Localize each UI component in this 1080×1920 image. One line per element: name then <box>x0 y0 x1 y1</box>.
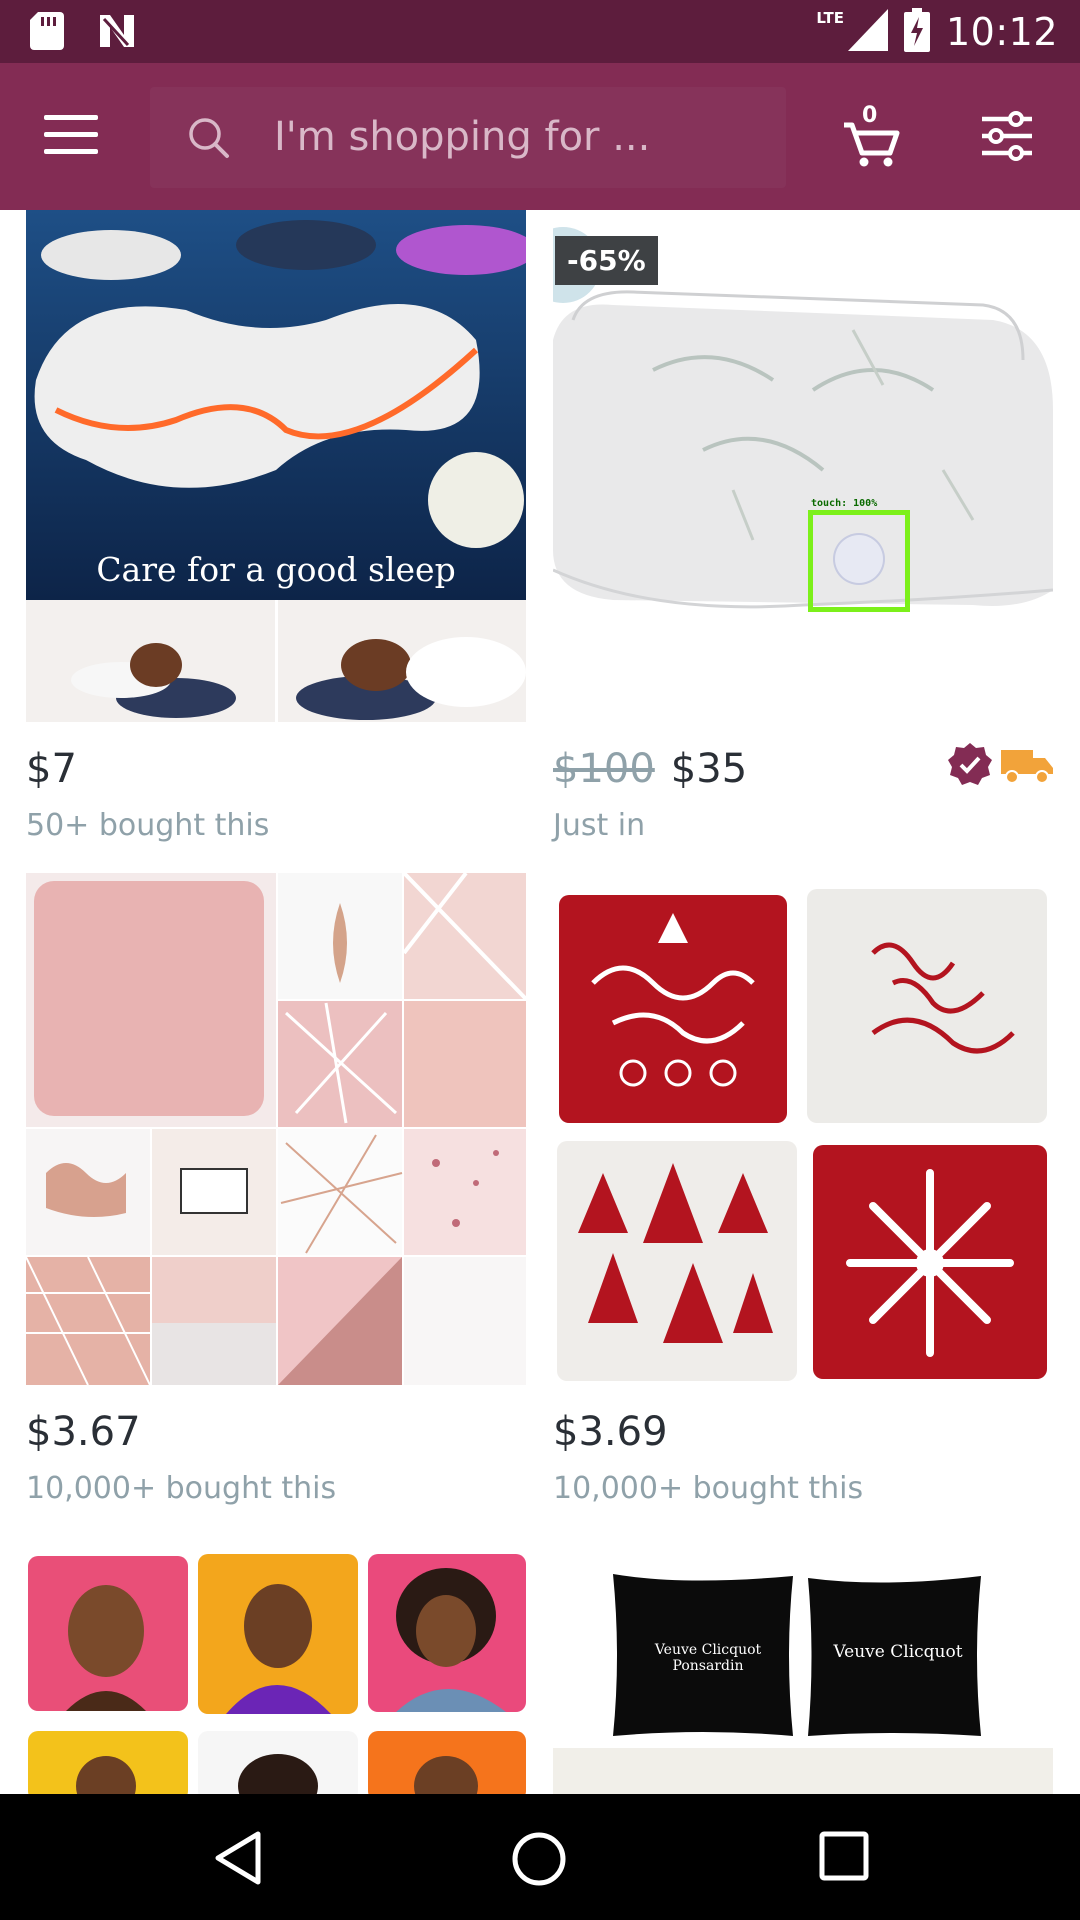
price: $3.69 <box>553 1409 668 1455</box>
status-bar: LTE 10:12 <box>0 0 1080 63</box>
menu-icon-line <box>44 149 98 154</box>
product-image <box>26 1536 526 1794</box>
shipping-truck-icon <box>1001 746 1053 788</box>
search-bar[interactable] <box>150 87 786 188</box>
status-left-icons <box>30 12 136 54</box>
home-button[interactable] <box>510 1830 568 1892</box>
signal-icon <box>847 9 888 55</box>
product-image: -65% <box>553 210 1053 722</box>
product-image: Care for a good sleep <box>26 210 526 722</box>
product-card[interactable]: $3.69 10,000+ bought this <box>553 873 1053 1533</box>
menu-icon-line <box>44 115 98 120</box>
status-time: 10:12 <box>945 10 1058 54</box>
network-type: LTE <box>816 9 844 27</box>
product-badges <box>947 742 1053 792</box>
product-card[interactable]: $3.67 10,000+ bought this <box>26 873 526 1533</box>
menu-icon-line <box>44 132 98 137</box>
price-row: $7 <box>26 746 77 792</box>
price: $7 <box>26 746 77 792</box>
product-card[interactable]: Care for a good sleep $7 50+ bought this <box>26 210 526 870</box>
back-icon <box>215 1831 261 1885</box>
purchase-count: 10,000+ bought this <box>553 1471 864 1506</box>
price-row: $3.69 <box>553 1409 668 1455</box>
product-status: Just in <box>553 808 646 843</box>
filter-icon <box>982 111 1032 161</box>
product-image <box>553 873 1053 1385</box>
purchase-count: 10,000+ bought this <box>26 1471 337 1506</box>
product-card[interactable]: -65% $100 $35 Just in <box>553 210 1053 870</box>
status-right-icons: LTE 10:12 <box>804 8 1058 56</box>
home-icon <box>512 1832 566 1886</box>
app-bar: 0 <box>0 63 1080 210</box>
cart-count-badge: 0 <box>862 103 878 128</box>
pillow-text: Veuve Clicquot Ponsardin <box>654 1642 762 1674</box>
touch-point <box>833 533 885 585</box>
sd-card-icon <box>30 12 64 54</box>
original-price: $100 <box>553 746 655 792</box>
product-image <box>26 873 526 1385</box>
filter-button[interactable] <box>980 111 1034 161</box>
price: $3.67 <box>26 1409 141 1455</box>
search-input[interactable] <box>274 109 754 165</box>
touch-indicator-label: touch: 100% <box>811 498 878 509</box>
price-row: $100 $35 <box>553 746 747 792</box>
price: $35 <box>670 746 748 792</box>
n-logo-icon <box>98 13 136 53</box>
verified-badge-icon <box>947 742 993 792</box>
menu-button[interactable] <box>44 115 98 155</box>
price-row: $3.67 <box>26 1409 141 1455</box>
navigation-bar <box>0 1794 1080 1920</box>
back-button[interactable] <box>212 1830 264 1890</box>
recents-icon <box>819 1831 869 1881</box>
search-icon <box>188 117 230 163</box>
battery-charging-icon <box>903 8 930 56</box>
discount-badge: -65% <box>555 236 658 285</box>
product-card[interactable]: Veuve Clicquot Ponsardin Veuve Clicquot <box>553 1536 1053 1794</box>
purchase-count: 50+ bought this <box>26 808 270 843</box>
recents-button[interactable] <box>818 1830 870 1886</box>
product-card[interactable] <box>26 1536 526 1794</box>
product-grid: Care for a good sleep $7 50+ bought this… <box>0 210 1080 1794</box>
pillow-text: Veuve Clicquot <box>833 1642 963 1662</box>
product-image: Veuve Clicquot Ponsardin Veuve Clicquot <box>553 1536 1053 1794</box>
image-caption: Care for a good sleep <box>96 550 456 589</box>
